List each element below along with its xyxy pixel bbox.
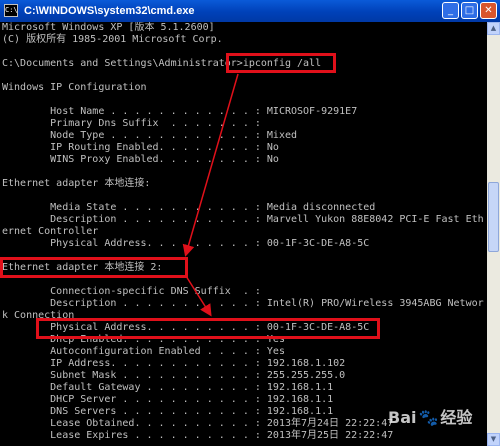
console-line: ernet Controller <box>2 226 99 237</box>
console-line: DNS Servers . . . . . . . . . . . : 192.… <box>2 406 334 417</box>
console-line: Primary Dns Suffix . . . . . . . : <box>2 118 261 129</box>
vertical-scrollbar[interactable]: ▲ ▼ <box>487 22 500 446</box>
console-line: DHCP Server . . . . . . . . . . . : 192.… <box>2 394 334 405</box>
window-title: C:\WINDOWS\system32\cmd.exe <box>24 5 195 17</box>
console-line: Lease Expires . . . . . . . . . . : 2013… <box>2 430 394 441</box>
console-line: Connection-specific DNS Suffix . : <box>2 286 261 297</box>
cmd-icon[interactable]: C:\ <box>4 4 18 17</box>
scroll-up-icon[interactable]: ▲ <box>487 22 500 35</box>
console-line: Host Name . . . . . . . . . . . . : MICR… <box>2 106 358 117</box>
console-line: IP Address. . . . . . . . . . . . : 192.… <box>2 358 346 369</box>
console-line: Microsoft Windows XP [版本 5.1.2600] <box>2 22 215 33</box>
adapter-highlight <box>0 257 188 278</box>
minimize-button[interactable]: _ <box>442 2 459 19</box>
title-bar[interactable]: C:\ C:\WINDOWS\system32\cmd.exe _ □ ✕ <box>0 0 500 22</box>
console-output[interactable]: Microsoft Windows XP [版本 5.1.2600] (C) 版… <box>0 22 487 446</box>
close-button[interactable]: ✕ <box>480 2 497 19</box>
command-highlight <box>226 53 336 73</box>
console-line: Autoconfiguration Enabled . . . . : Yes <box>2 346 285 357</box>
console-line: Physical Address. . . . . . . . . : 00-1… <box>2 238 370 249</box>
physical-address-highlight <box>36 318 380 339</box>
maximize-button[interactable]: □ <box>461 2 478 19</box>
console-line: WINS Proxy Enabled. . . . . . . . : No <box>2 154 279 165</box>
console-line: Description . . . . . . . . . . . : Marv… <box>2 214 484 225</box>
paw-icon: 🐾 <box>418 408 439 427</box>
scroll-down-icon[interactable]: ▼ <box>487 433 500 446</box>
console-line: Default Gateway . . . . . . . . . : 192.… <box>2 382 334 393</box>
scroll-thumb[interactable] <box>488 182 499 252</box>
baidu-watermark: Bai 🐾 经验 <box>388 404 472 428</box>
console-line: Windows IP Configuration <box>2 82 147 93</box>
console-line: IP Routing Enabled. . . . . . . . : No <box>2 142 279 153</box>
console-line: Node Type . . . . . . . . . . . . : Mixe… <box>2 130 298 141</box>
console-line: Media State . . . . . . . . . . . : Medi… <box>2 202 376 213</box>
watermark-text: Bai <box>388 408 417 427</box>
console-line: Description . . . . . . . . . . . : Inte… <box>2 298 484 309</box>
console-line: Subnet Mask . . . . . . . . . . . : 255.… <box>2 370 346 381</box>
console-line: Ethernet adapter 本地连接: <box>2 178 151 189</box>
console-line: (C) 版权所有 1985-2001 Microsoft Corp. <box>2 34 223 45</box>
console-line: Lease Obtained. . . . . . . . . . : 2013… <box>2 418 394 429</box>
watermark-text: 经验 <box>440 408 473 427</box>
